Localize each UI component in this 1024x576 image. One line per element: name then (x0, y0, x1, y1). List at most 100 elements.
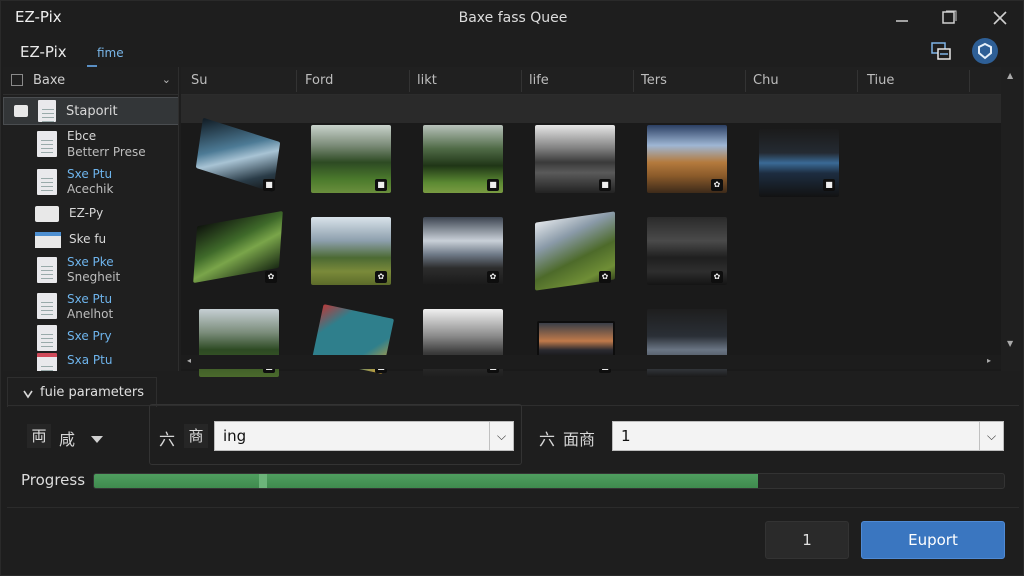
column-divider[interactable] (521, 70, 522, 92)
mode-glyph: 咸 (59, 430, 76, 449)
window-title: Baxe fass Quee (458, 10, 568, 26)
column-header[interactable]: Tiue (867, 73, 894, 88)
sidebar-item-sublabel: Betterr Prese (67, 145, 146, 159)
sidebar-item-sxe-ptu-2[interactable]: Sxe Ptu Anelhot (3, 291, 178, 325)
chevron-down-icon[interactable]: ⌄ (162, 73, 171, 86)
file-badge-icon: ■ (263, 179, 275, 191)
scroll-up-icon[interactable]: ▲ (1007, 71, 1013, 80)
sidebar-item-sxe-pke[interactable]: Sxe Pke Snegheit (3, 253, 178, 289)
image-transfer-icon[interactable] (929, 39, 953, 63)
grid-group-band (181, 95, 1001, 123)
sidebar-item-label: Sxe Pry (67, 329, 112, 343)
export-button[interactable]: Euport (861, 521, 1005, 559)
sidebar-item-label: Ebce (67, 129, 97, 143)
minimize-icon[interactable] (891, 7, 913, 29)
progress-fill (94, 474, 759, 488)
document-icon (37, 257, 57, 283)
quality-select-value: 1 (621, 427, 631, 445)
document-icon (37, 353, 57, 371)
app-window: EZ-Pix Baxe fass Quee EZ-Pix fime Baxe ⌄ (0, 0, 1024, 576)
sidebar-item-sxe-ptu[interactable]: Sxe Ptu Acechik (3, 165, 178, 201)
quality-select[interactable]: 1 ⌵ (612, 421, 1004, 451)
sidebar-item-label: EZ-Py (69, 206, 104, 220)
file-badge-icon: ✿ (599, 271, 611, 283)
sidebar-item-ske-fu[interactable]: Ske fu (3, 229, 178, 253)
format-select-value: ing (223, 427, 247, 445)
footer-divider (7, 507, 1019, 508)
format-glyph: 商 (184, 424, 208, 448)
format-glyph: 六 (159, 430, 176, 449)
sidebar-header-label: Baxe (33, 73, 66, 88)
chevron-down-icon[interactable]: ⌵ (979, 422, 1003, 450)
column-divider[interactable] (409, 70, 410, 92)
file-badge-icon: ✿ (711, 271, 723, 283)
quality-glyph: 面商 (563, 430, 596, 449)
progress-bar (93, 473, 1005, 489)
maximize-icon[interactable] (938, 7, 960, 29)
column-header[interactable]: Ters (641, 73, 667, 88)
column-divider[interactable] (857, 70, 858, 92)
folder-icon (35, 206, 59, 222)
column-header[interactable]: Ford (305, 73, 333, 88)
chevron-down-icon (23, 390, 33, 399)
sidebar-item-sublabel: Acechik (67, 182, 114, 196)
mode-glyph: 両 (27, 424, 51, 448)
progress-label: Progress (21, 471, 86, 489)
count-button[interactable]: 1 (765, 521, 849, 559)
scroll-right-icon[interactable]: ▸ (987, 356, 991, 365)
file-badge-icon: ■ (599, 179, 611, 191)
sidebar-item-ebce[interactable]: Ebce Betterr Prese (3, 127, 178, 163)
vertical-scrollbar[interactable]: ▲ ▼ (1001, 67, 1021, 371)
file-badge-icon: ■ (823, 179, 835, 191)
image-grid: Su Ford likt life Ters Chu Tiue ■ ■ ■ ■ … (181, 67, 1001, 377)
column-header[interactable]: life (529, 73, 549, 88)
shield-badge-icon[interactable] (971, 37, 999, 65)
tab-time[interactable]: fime (97, 46, 124, 60)
sidebar-item-label: Sxe Ptu (67, 167, 113, 181)
column-header[interactable]: Chu (753, 73, 779, 88)
column-header[interactable]: Su (191, 73, 208, 88)
parameters-section-header[interactable]: fuie parameters (7, 377, 157, 407)
menu-app-name: EZ-Pix (20, 43, 67, 61)
sidebar-item-sxe-pry[interactable]: Sxe Pry (3, 325, 178, 351)
sidebar-item-label: Sxe Ptu (67, 292, 113, 306)
horizontal-scrollbar[interactable]: ◂ ▸ (181, 355, 1001, 369)
sidebar-item-sxa-ptu[interactable]: Sxa Ptu (3, 351, 178, 371)
sidebar-item-label: Staporit (66, 104, 118, 119)
sidebar-item-staporit[interactable]: Staporit (3, 97, 178, 125)
title-bar: EZ-Pix Baxe fass Quee (1, 1, 1024, 35)
column-divider[interactable] (296, 70, 297, 92)
window-icon (35, 232, 61, 248)
file-badge-icon: ■ (375, 179, 387, 191)
format-select[interactable]: ing ⌵ (214, 421, 514, 451)
document-icon (37, 325, 57, 351)
document-icon (37, 169, 57, 195)
select-all-checkbox[interactable] (11, 74, 23, 86)
document-icon (37, 131, 57, 157)
sidebar-item-label: Ske fu (69, 232, 107, 246)
parameters-section-title: fuie parameters (40, 385, 144, 400)
column-divider[interactable] (969, 70, 970, 92)
close-icon[interactable] (989, 7, 1011, 29)
document-icon (37, 293, 57, 319)
grid-column-header: Su Ford likt life Ters Chu Tiue (181, 67, 1001, 95)
file-badge-icon: ✿ (265, 271, 277, 283)
sidebar-item-sublabel: Snegheit (67, 270, 121, 284)
file-badge-icon: ✿ (487, 271, 499, 283)
column-divider[interactable] (745, 70, 746, 92)
scroll-down-icon[interactable]: ▼ (1007, 339, 1013, 348)
file-badge-icon: ✿ (375, 271, 387, 283)
mode-dropdown-icon[interactable] (91, 430, 103, 449)
chevron-down-icon[interactable]: ⌵ (489, 422, 513, 450)
quality-glyph: 六 (539, 430, 556, 449)
sidebar-item-label: Sxa Ptu (67, 353, 113, 367)
folder-icon (14, 105, 28, 117)
scroll-left-icon[interactable]: ◂ (187, 356, 191, 365)
sidebar-item-ez-py[interactable]: EZ-Py (3, 203, 178, 227)
sidebar-header[interactable]: Baxe ⌄ (3, 67, 178, 95)
file-badge-icon: ✿ (711, 179, 723, 191)
column-divider[interactable] (633, 70, 634, 92)
column-header[interactable]: likt (417, 73, 437, 88)
menu-bar: EZ-Pix fime (1, 35, 1024, 67)
folder-sidebar: Baxe ⌄ Staporit Ebce Betterr Prese Sxe P… (3, 67, 179, 371)
